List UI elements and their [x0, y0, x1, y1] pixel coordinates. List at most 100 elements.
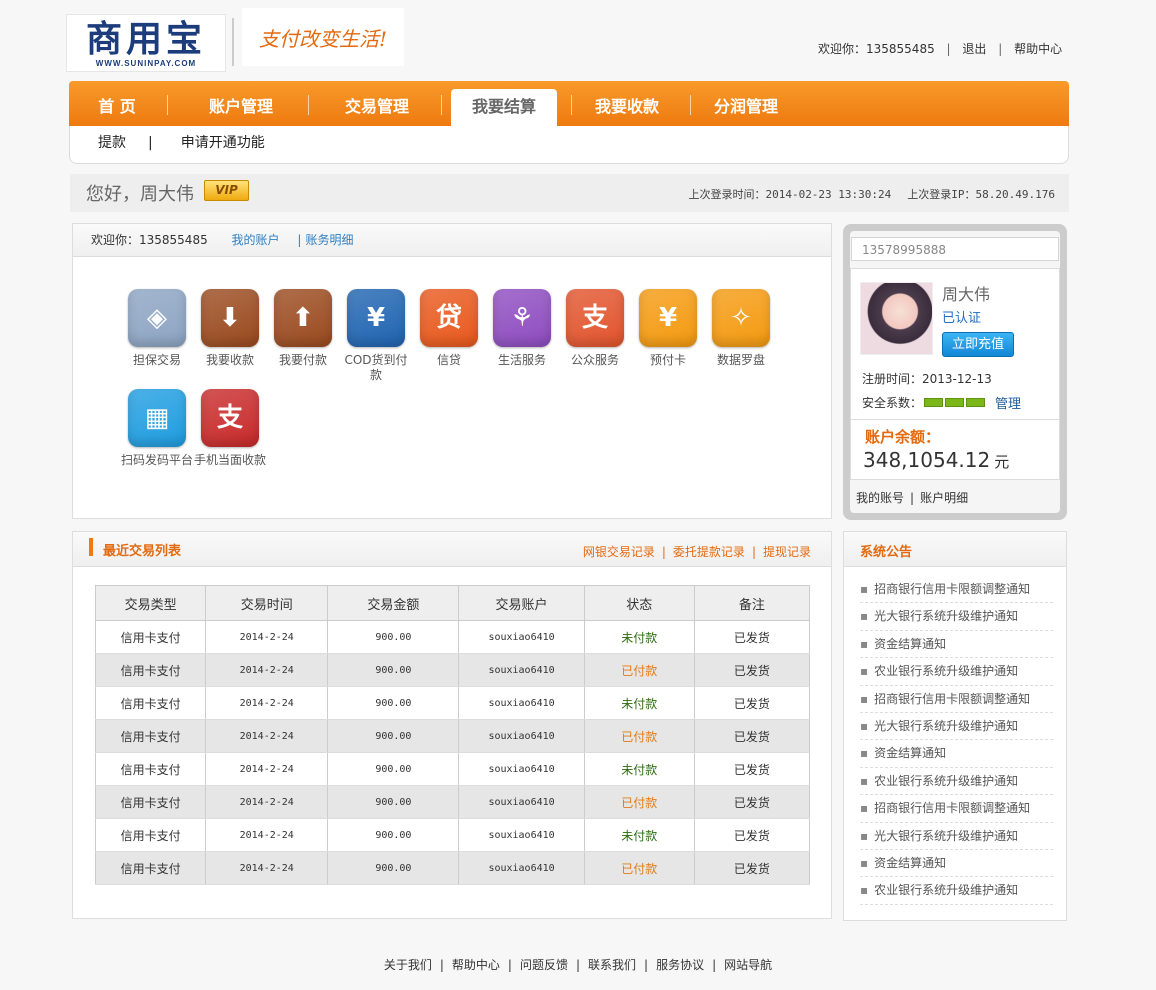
service-label: 生活服务	[497, 353, 546, 367]
topup-button[interactable]: 立即充值	[942, 332, 1014, 357]
notice-item[interactable]: ▪ 招商银行信用卡限额调整通知	[860, 795, 1053, 823]
service-life-service[interactable]: ⚘ 生活服务	[486, 289, 558, 368]
register-date: 注册时间：2013-12-13	[862, 372, 992, 386]
balance-value: 348,1054.12	[863, 448, 991, 472]
notice-item[interactable]: ▪ 资金结算通知	[860, 850, 1053, 878]
column-header: 交易金额	[327, 585, 460, 621]
nav-receive-payment[interactable]: 我要收款	[574, 81, 680, 126]
table-cell: 未付款	[583, 620, 695, 654]
last-login-info: 上次登录时间：2014-02-23 13:30:24 上次登录IP：58.20.4…	[688, 186, 1055, 202]
transactions-title: 最近交易列表	[103, 544, 182, 559]
nav-account-management[interactable]: 账户管理	[181, 81, 301, 126]
notice-text: 资金结算通知	[874, 855, 947, 870]
cash-withdraw-records-link[interactable]: 提现记录	[763, 545, 811, 559]
column-header: 交易账户	[458, 585, 585, 621]
balance-unit: 元	[994, 453, 1010, 471]
footer-link[interactable]: 联系我们	[588, 958, 636, 972]
help-center-link[interactable]: 帮助中心	[1014, 42, 1062, 56]
service-shield[interactable]: ◈ 担保交易	[121, 289, 193, 368]
notice-item[interactable]: ▪ 资金结算通知	[860, 740, 1053, 768]
table-row[interactable]: 信用卡支付 2014-2-24 900.00 souxiao6410 已付款 已发货	[94, 653, 811, 687]
top-links: 欢迎你：135855485 | 退出 | 帮助中心	[818, 42, 1063, 56]
table-row[interactable]: 信用卡支付 2014-2-24 900.00 souxiao6410 未付款 已发货	[94, 620, 811, 654]
logout-link[interactable]: 退出	[962, 42, 986, 56]
service-label: COD货到付款	[344, 353, 408, 382]
online-bank-records-link[interactable]: 网银交易记录	[583, 545, 655, 559]
security-label: 安全系数：	[862, 396, 923, 410]
table-cell: 已付款	[583, 653, 695, 687]
notice-item[interactable]: ▪ 农业银行系统升级维护通知	[860, 658, 1053, 686]
nav-profit-sharing[interactable]: 分润管理	[693, 81, 799, 126]
service-wallet-in[interactable]: ⬇ 我要收款	[194, 289, 266, 368]
subnav-withdraw[interactable]: 提款	[98, 135, 126, 151]
nav-home[interactable]: 首 页	[77, 81, 157, 126]
service-public-service[interactable]: 支公众服务	[559, 289, 631, 368]
nav-transaction-management[interactable]: 交易管理	[319, 81, 435, 126]
account-detail-link[interactable]: 账务明细	[305, 233, 353, 247]
bullet-icon: ▪	[860, 773, 869, 788]
security-bar	[945, 397, 965, 407]
system-notice-panel: 系统公告 ▪ 招商银行信用卡限额调整通知 ▪ 光大银行系统升级维护通知 ▪ 资金结算通知 ▪…	[843, 531, 1067, 921]
service-prepaid-card[interactable]: ¥ 预付卡	[632, 289, 704, 368]
transactions-table: 交易类型 交易时间 交易金额 交易账户 状态 备注 信用卡支付 2014-2-24 900.0…	[94, 585, 811, 885]
notice-text: 光大银行系统升级维护通知	[874, 828, 1019, 843]
table-row[interactable]: 信用卡支付 2014-2-24 900.00 souxiao6410 未付款 已发货	[94, 818, 811, 852]
table-cell: 已付款	[583, 719, 695, 753]
subnav-apply-function[interactable]: 申请开通功能	[181, 135, 265, 151]
footer-link[interactable]: 问题反馈	[520, 958, 568, 972]
notice-item[interactable]: ▪ 招商银行信用卡限额调整通知	[860, 686, 1053, 713]
notice-item[interactable]: ▪ 招商银行信用卡限额调整通知	[860, 576, 1053, 604]
service-loan[interactable]: 贷信贷	[413, 289, 485, 368]
service-cart[interactable]: ¥ COD货到付款	[340, 289, 412, 383]
bullet-icon: ▪	[860, 746, 869, 761]
notice-text: 光大银行系统升级维护通知	[874, 718, 1019, 733]
footer-link[interactable]: 网站导航	[724, 958, 772, 972]
table-row[interactable]: 信用卡支付 2014-2-24 900.00 souxiao6410 未付款 已发货	[94, 686, 811, 720]
table-cell: 900.00	[327, 851, 460, 885]
notice-text: 光大银行系统升级维护通知	[874, 609, 1019, 624]
site-logo[interactable]: 商用宝 WWW.SUNINPAY.COM	[66, 14, 226, 72]
my-account-number-link[interactable]: 我的账号	[856, 491, 904, 505]
table-cell: 2014-2-24	[205, 620, 329, 654]
notice-item[interactable]: ▪ 光大银行系统升级维护通知	[860, 823, 1053, 850]
service-mobile-pay[interactable]: 支手机当面收款	[194, 389, 266, 468]
notice-item[interactable]: ▪ 资金结算通知	[860, 631, 1053, 659]
notice-item[interactable]: ▪ 光大银行系统升级维护通知	[860, 603, 1053, 631]
logo-divider	[232, 18, 234, 66]
bullet-icon: ▪	[860, 582, 869, 596]
bullet-icon: ▪	[860, 691, 869, 706]
entrust-withdraw-records-link[interactable]: 委托提款记录	[673, 545, 745, 559]
service-label: 数据罗盘	[716, 353, 765, 367]
service-label: 预付卡	[649, 353, 686, 367]
notice-text: 资金结算通知	[874, 746, 947, 761]
service-label: 手机当面收款	[194, 453, 267, 467]
footer-link[interactable]: 帮助中心	[452, 958, 500, 972]
notice-header: 系统公告	[844, 532, 1066, 567]
table-cell: 900.00	[327, 818, 460, 852]
logo-text: 商用宝	[85, 17, 206, 60]
table-row[interactable]: 信用卡支付 2014-2-24 900.00 souxiao6410 未付款 已发货	[94, 752, 811, 786]
mobile-pay-icon: 支	[201, 389, 259, 447]
bullet-icon: ▪	[860, 636, 869, 651]
table-row[interactable]: 信用卡支付 2014-2-24 900.00 souxiao6410 已付款 已发货	[94, 719, 811, 753]
footer-link[interactable]: 服务协议	[656, 958, 704, 972]
service-wallet-out[interactable]: ⬆ 我要付款	[267, 289, 339, 368]
notice-item[interactable]: ▪ 农业银行系统升级维护通知	[860, 877, 1053, 905]
table-row[interactable]: 信用卡支付 2014-2-24 900.00 souxiao6410 已付款 已发货	[94, 851, 811, 885]
table-cell: 信用卡支付	[94, 818, 207, 852]
public-service-icon: 支	[566, 289, 624, 347]
greeting-bar: 您好，周大伟 VIP 上次登录时间：2014-02-23 13:30:24 上次登…	[70, 174, 1069, 212]
account-statement-link[interactable]: 账户明细	[920, 491, 968, 505]
security-level-bars	[922, 396, 986, 410]
security-bar	[966, 397, 986, 407]
my-account-link[interactable]: 我的账户	[232, 233, 280, 247]
footer-link[interactable]: 关于我们	[384, 958, 432, 972]
notice-item[interactable]: ▪ 光大银行系统升级维护通知	[860, 713, 1053, 741]
table-row[interactable]: 信用卡支付 2014-2-24 900.00 souxiao6410 已付款 已发货	[94, 785, 811, 819]
service-compass[interactable]: ✧ 数据罗盘	[705, 289, 777, 368]
nav-settlement[interactable]: 我要结算	[451, 89, 557, 126]
notice-item[interactable]: ▪ 农业银行系统升级维护通知	[860, 768, 1053, 796]
service-qrcode[interactable]: ▦ 扫码发码平台	[121, 389, 193, 468]
qrcode-icon: ▦	[128, 389, 186, 447]
security-manage-link[interactable]: 管理	[995, 393, 1021, 412]
